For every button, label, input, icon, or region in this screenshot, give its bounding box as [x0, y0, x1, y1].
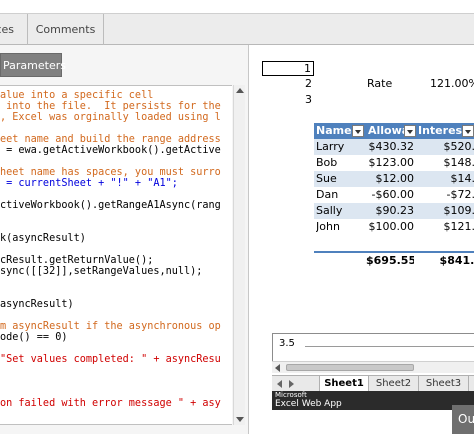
cell-name: Sally — [316, 204, 343, 217]
cell-name: John — [316, 220, 340, 233]
tab-label: ces — [0, 23, 14, 36]
code-line: asyncResult) — [0, 299, 74, 310]
code-line: "Set values completed: " + asyncResu — [0, 354, 221, 365]
code-line: alue into a specific cell — [0, 90, 154, 101]
cell-allowance: $123.00 — [368, 156, 415, 169]
code-line: = ewa.getActiveWorkbook().getActive — [0, 145, 221, 156]
cell-allowance: $90.23 — [375, 204, 415, 217]
code-line: = currentSheet + "!" + "A1"; — [0, 178, 178, 189]
chart-gridline — [305, 346, 474, 347]
code-line: k(asyncResult) — [0, 233, 86, 244]
rate-label[interactable]: Rate — [367, 77, 392, 91]
table-total-row[interactable]: $695.55 $841.6 — [314, 251, 474, 269]
code-line: heet name has spaces, you must surro — [0, 167, 221, 178]
cell-interest: -$72.6 — [446, 188, 474, 201]
spreadsheet-grid[interactable]: 1 2 3 Rate 121.00% Name Allowa Interest … — [258, 53, 474, 410]
tab-bar: ces Comments — [0, 13, 474, 45]
sheet-nav-left-icon[interactable] — [277, 380, 282, 388]
header-label: Interest — [418, 124, 468, 137]
sheet-tab-sheet2[interactable]: Sheet2 — [369, 376, 419, 391]
cell-allowance: $430.32 — [368, 140, 415, 153]
excel-web-app-footer: Microsoft Excel Web App — [272, 391, 474, 410]
code-vertical-scrollbar[interactable] — [233, 85, 245, 425]
code-line: sync([[32]],setRangeValues,null); — [0, 266, 203, 277]
cell-allowance: $100.00 — [368, 220, 415, 233]
table-row[interactable]: Sue $12.00 $14.5 — [314, 171, 474, 187]
scroll-up-icon[interactable] — [236, 88, 244, 93]
cell-allowance: -$60.00 — [371, 188, 414, 201]
cell-name: Larry — [316, 140, 345, 153]
code-pane: Parameters alue into a specific cell int… — [0, 45, 249, 434]
code-line: cResult.getReturnValue(); — [0, 255, 154, 266]
chart-tick-label: 3.5 — [279, 338, 295, 349]
cell-interest: $520.6 — [443, 140, 474, 153]
window-top-strip — [0, 0, 474, 13]
code-line: on failed with error message " + asy — [0, 398, 221, 409]
header-label: Name — [316, 124, 352, 137]
cell-allowance: $12.00 — [375, 172, 415, 185]
rate-value[interactable]: 121.00% — [430, 77, 474, 91]
table-row[interactable]: Dan -$60.00 -$72.6 — [314, 187, 474, 203]
tab-resources[interactable]: ces — [0, 14, 28, 45]
sheet-tab-sheet3[interactable]: Sheet3 — [419, 376, 469, 391]
total-interest: $841.6 — [439, 254, 474, 267]
table-row[interactable]: Bob $123.00 $148.8 — [314, 155, 474, 171]
code-line: eet name and build the range address — [0, 134, 221, 145]
table-row[interactable]: Sally $90.23 $109.1 — [314, 203, 474, 219]
total-allowance: $695.55 — [366, 254, 414, 267]
tab-comments[interactable]: Comments — [28, 14, 104, 45]
table-row[interactable]: John $100.00 $121.0 — [314, 219, 474, 235]
code-line: ode() == 0) — [0, 332, 68, 343]
cell-name: Bob — [316, 156, 338, 169]
cell-interest: $14.5 — [450, 172, 474, 185]
code-line: , Excel was orginally loaded using l — [0, 112, 221, 123]
sheet-tab-sheet1[interactable]: Sheet1 — [319, 376, 369, 391]
scroll-down-icon[interactable] — [236, 417, 244, 422]
cell-name: Sue — [316, 172, 337, 185]
excel-web-app-pane: 1 2 3 Rate 121.00% Name Allowa Interest … — [250, 45, 474, 434]
filter-dropdown-icon[interactable] — [352, 125, 364, 137]
sheet-nav-right-icon[interactable] — [289, 380, 294, 388]
microsoft-label: Microsoft — [275, 391, 307, 399]
cell-interest: $148.8 — [443, 156, 474, 169]
scroll-thumb[interactable] — [286, 364, 414, 371]
table-row[interactable]: Larry $430.32 $520.6 — [314, 139, 474, 155]
sheet-tab-bar: Sheet1 Sheet2 Sheet3 — [272, 375, 474, 391]
tab-label: Comments — [35, 23, 96, 36]
scroll-left-icon[interactable] — [275, 364, 280, 372]
cell-a1[interactable]: 1 — [262, 61, 314, 76]
cell-a2[interactable]: 2 — [262, 77, 312, 91]
filter-dropdown-icon[interactable] — [404, 125, 416, 137]
code-line: ctiveWorkbook().getRangeA1Async(rang — [0, 200, 221, 211]
code-line: m asyncResult if the asynchronous op — [0, 321, 221, 332]
cell-name: Dan — [316, 188, 339, 201]
sheet-horizontal-scrollbar[interactable] — [272, 361, 474, 373]
output-button[interactable]: Ou — [452, 405, 474, 434]
excel-web-app-label: Excel Web App — [275, 399, 342, 409]
cell-a3[interactable]: 3 — [262, 93, 312, 107]
cell-interest: $109.1 — [443, 204, 474, 217]
filter-dropdown-icon[interactable] — [462, 125, 474, 137]
cell-interest: $121.0 — [443, 220, 474, 233]
parameters-button[interactable]: Parameters — [0, 53, 66, 77]
code-editor[interactable]: alue into a specific cell into the file.… — [0, 85, 232, 425]
code-line: into the file. It persists for the — [0, 101, 221, 112]
